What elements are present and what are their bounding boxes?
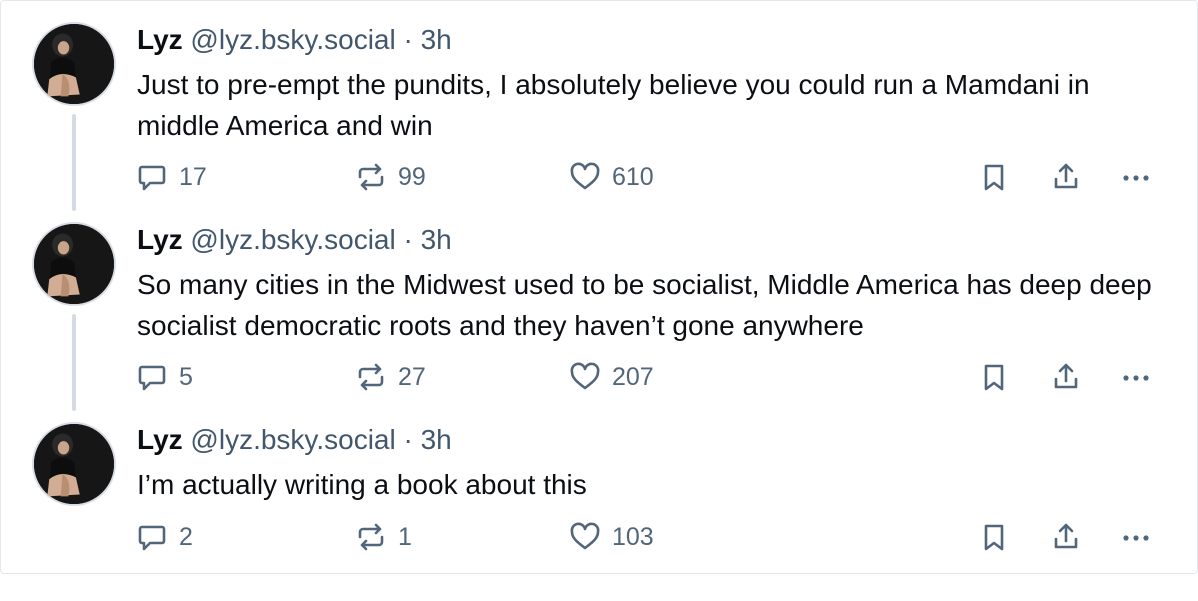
- post[interactable]: Lyz @lyz.bsky.social · 3h Just to pre-em…: [1, 1, 1198, 211]
- author-name[interactable]: Lyz: [137, 224, 183, 255]
- more-options-button[interactable]: [1119, 357, 1153, 397]
- post-text: So many cities in the Midwest used to be…: [137, 269, 1152, 341]
- repost-arrows-icon: [354, 360, 388, 394]
- post-actions: 2 1 103: [1, 517, 1198, 557]
- post-header: Lyz @lyz.bsky.social · 3h: [137, 223, 452, 257]
- reply-count: 17: [179, 162, 207, 191]
- avatar-image: [34, 424, 114, 504]
- post-header: Lyz @lyz.bsky.social · 3h: [137, 423, 452, 457]
- like-button[interactable]: 610: [568, 157, 654, 197]
- speech-bubble-icon: [135, 360, 169, 394]
- author-name[interactable]: Lyz: [137, 424, 183, 455]
- post[interactable]: Lyz @lyz.bsky.social · 3h I’m actually w…: [1, 401, 1198, 601]
- post-time[interactable]: 3h: [421, 224, 452, 255]
- share-upload-icon: [1049, 360, 1083, 394]
- heart-icon: [568, 360, 602, 394]
- author-handle[interactable]: @lyz.bsky.social: [190, 24, 395, 55]
- bookmark-button[interactable]: [977, 517, 1011, 557]
- separator-dot: ·: [403, 424, 413, 455]
- author-handle[interactable]: @lyz.bsky.social: [190, 224, 395, 255]
- like-button[interactable]: 207: [568, 357, 654, 397]
- avatar-image: [34, 24, 114, 104]
- more-options-button[interactable]: [1119, 517, 1153, 557]
- repost-button[interactable]: 99: [354, 157, 426, 197]
- thread-container: Lyz @lyz.bsky.social · 3h Just to pre-em…: [0, 0, 1198, 574]
- reply-button[interactable]: 2: [135, 517, 193, 557]
- speech-bubble-icon: [135, 520, 169, 554]
- like-count: 207: [612, 362, 654, 391]
- share-button[interactable]: [1049, 157, 1083, 197]
- like-button[interactable]: 103: [568, 517, 654, 557]
- reply-button[interactable]: 5: [135, 357, 193, 397]
- repost-count: 1: [398, 522, 412, 551]
- bookmark-icon: [977, 520, 1011, 554]
- post-time[interactable]: 3h: [421, 424, 452, 455]
- post-actions: 17 99 610: [1, 157, 1198, 197]
- speech-bubble-icon: [135, 160, 169, 194]
- avatar[interactable]: [32, 222, 116, 306]
- avatar[interactable]: [32, 422, 116, 506]
- post-actions: 5 27 207: [1, 357, 1198, 397]
- author-name[interactable]: Lyz: [137, 24, 183, 55]
- share-button[interactable]: [1049, 357, 1083, 397]
- repost-count: 99: [398, 162, 426, 191]
- author-handle[interactable]: @lyz.bsky.social: [190, 424, 395, 455]
- bookmark-icon: [977, 160, 1011, 194]
- post-time[interactable]: 3h: [421, 24, 452, 55]
- repost-arrows-icon: [354, 520, 388, 554]
- more-options-button[interactable]: [1119, 157, 1153, 197]
- share-upload-icon: [1049, 160, 1083, 194]
- repost-button[interactable]: 27: [354, 357, 426, 397]
- bookmark-button[interactable]: [977, 357, 1011, 397]
- bookmark-button[interactable]: [977, 157, 1011, 197]
- like-count: 610: [612, 162, 654, 191]
- share-button[interactable]: [1049, 517, 1083, 557]
- post-header: Lyz @lyz.bsky.social · 3h: [137, 23, 452, 57]
- post-text: I’m actually writing a book about this: [137, 469, 587, 500]
- ellipsis-icon: [1119, 160, 1153, 194]
- separator-dot: ·: [403, 24, 413, 55]
- reply-count: 5: [179, 362, 193, 391]
- reply-count: 2: [179, 522, 193, 551]
- repost-button[interactable]: 1: [354, 517, 412, 557]
- reply-button[interactable]: 17: [135, 157, 207, 197]
- separator-dot: ·: [403, 224, 413, 255]
- share-upload-icon: [1049, 520, 1083, 554]
- repost-arrows-icon: [354, 160, 388, 194]
- repost-count: 27: [398, 362, 426, 391]
- avatar[interactable]: [32, 22, 116, 106]
- heart-icon: [568, 520, 602, 554]
- ellipsis-icon: [1119, 520, 1153, 554]
- like-count: 103: [612, 522, 654, 551]
- heart-icon: [568, 160, 602, 194]
- bookmark-icon: [977, 360, 1011, 394]
- avatar-image: [34, 224, 114, 304]
- post-text: Just to pre-empt the pundits, I absolute…: [137, 69, 1090, 141]
- ellipsis-icon: [1119, 360, 1153, 394]
- post[interactable]: Lyz @lyz.bsky.social · 3h So many cities…: [1, 201, 1198, 411]
